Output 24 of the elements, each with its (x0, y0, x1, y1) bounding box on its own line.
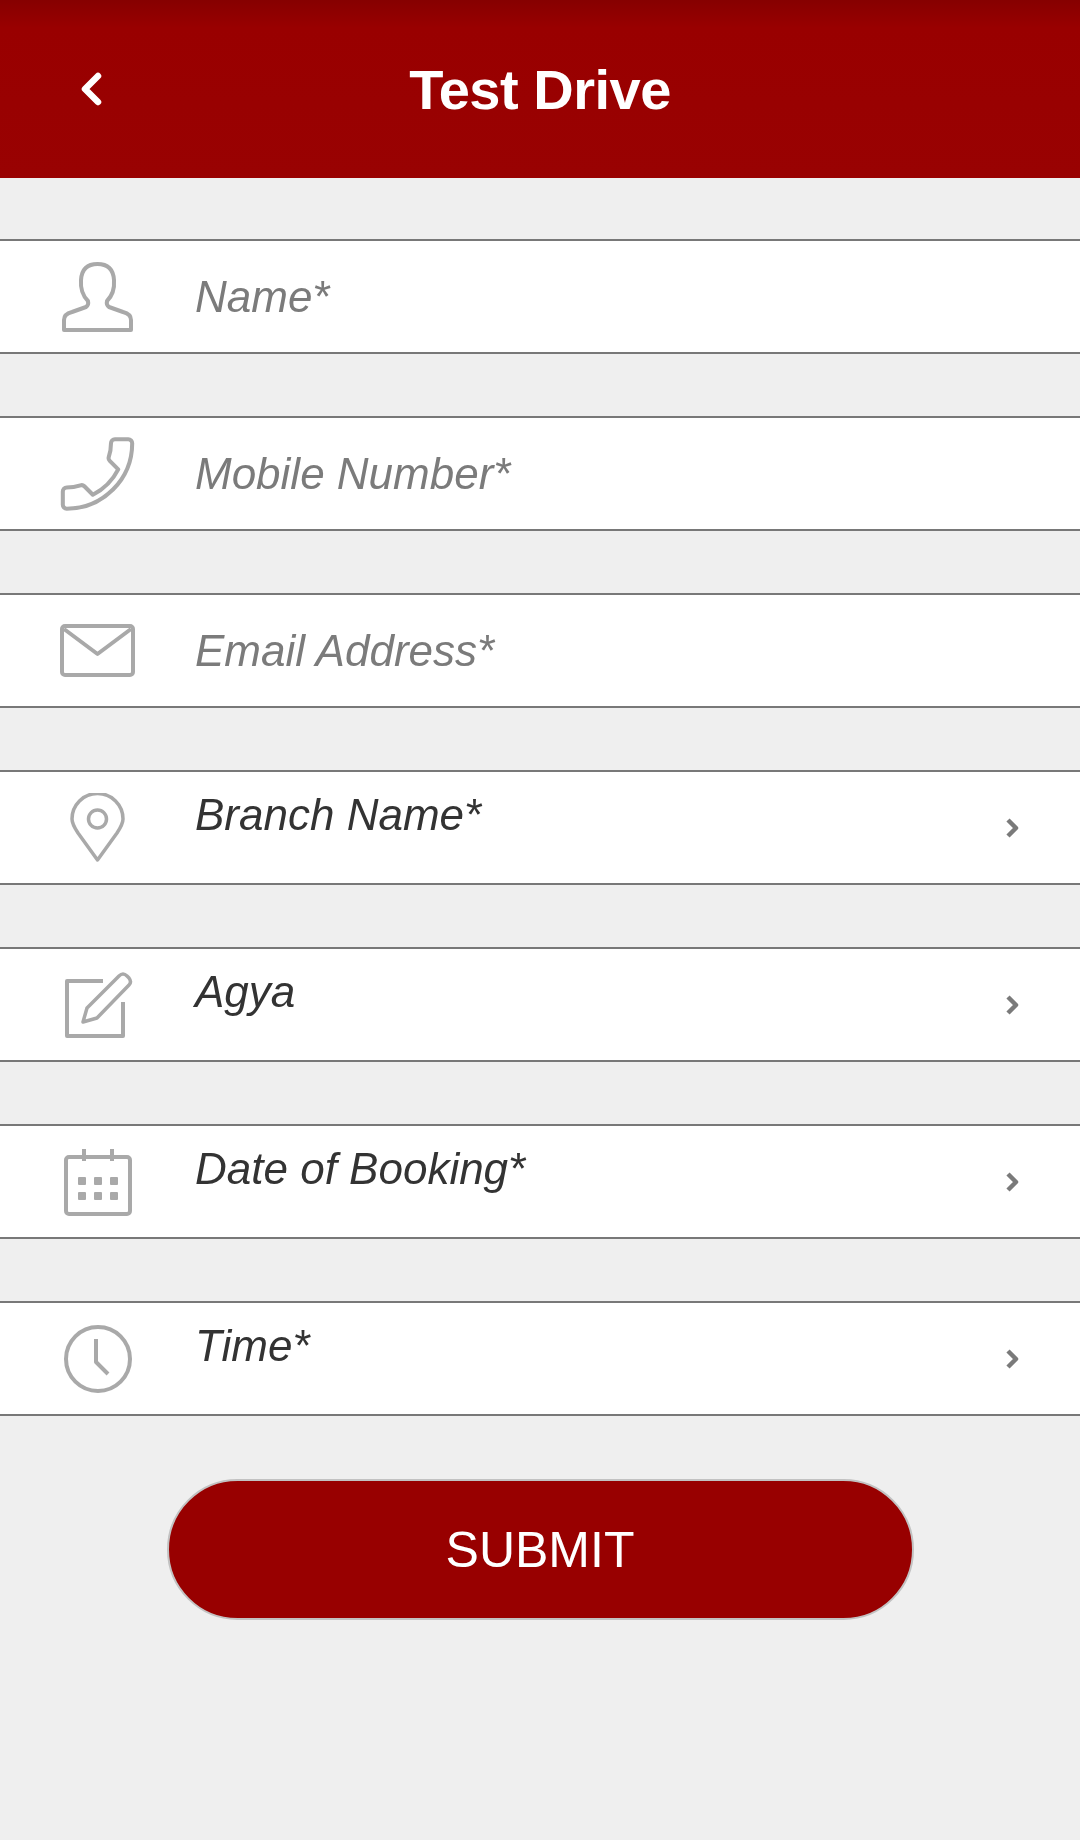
text-input[interactable]: Name* (195, 241, 1060, 352)
submit-button[interactable]: SUBMIT (166, 1479, 914, 1620)
phone-icon (60, 436, 135, 511)
page-title: Test Drive (409, 56, 671, 122)
back-icon (79, 71, 103, 107)
chevron-right-icon (1004, 992, 1020, 1017)
map-pin-icon (70, 792, 125, 863)
select-field[interactable]: Agya (195, 949, 1080, 1060)
clock-icon (62, 1323, 133, 1394)
select-field[interactable]: Branch Name* (195, 772, 1080, 883)
calendar-icon (62, 1146, 133, 1217)
select-field[interactable]: Time* (195, 1303, 1080, 1414)
text-input[interactable]: Mobile Number* (195, 418, 1060, 529)
text-field[interactable]: Email Address* (0, 593, 1080, 708)
edit-icon (62, 969, 133, 1040)
select-field[interactable]: Date of Booking* (195, 1126, 1080, 1237)
chevron-right-icon (1004, 1346, 1020, 1371)
person-icon (60, 259, 135, 334)
chevron-right-icon (1004, 815, 1020, 840)
text-field[interactable]: Mobile Number* (0, 416, 1080, 531)
chevron-right-icon (1004, 1169, 1020, 1194)
text-field[interactable]: Name* (0, 239, 1080, 354)
text-input[interactable]: Email Address* (195, 595, 1060, 706)
envelope-icon (60, 624, 135, 677)
